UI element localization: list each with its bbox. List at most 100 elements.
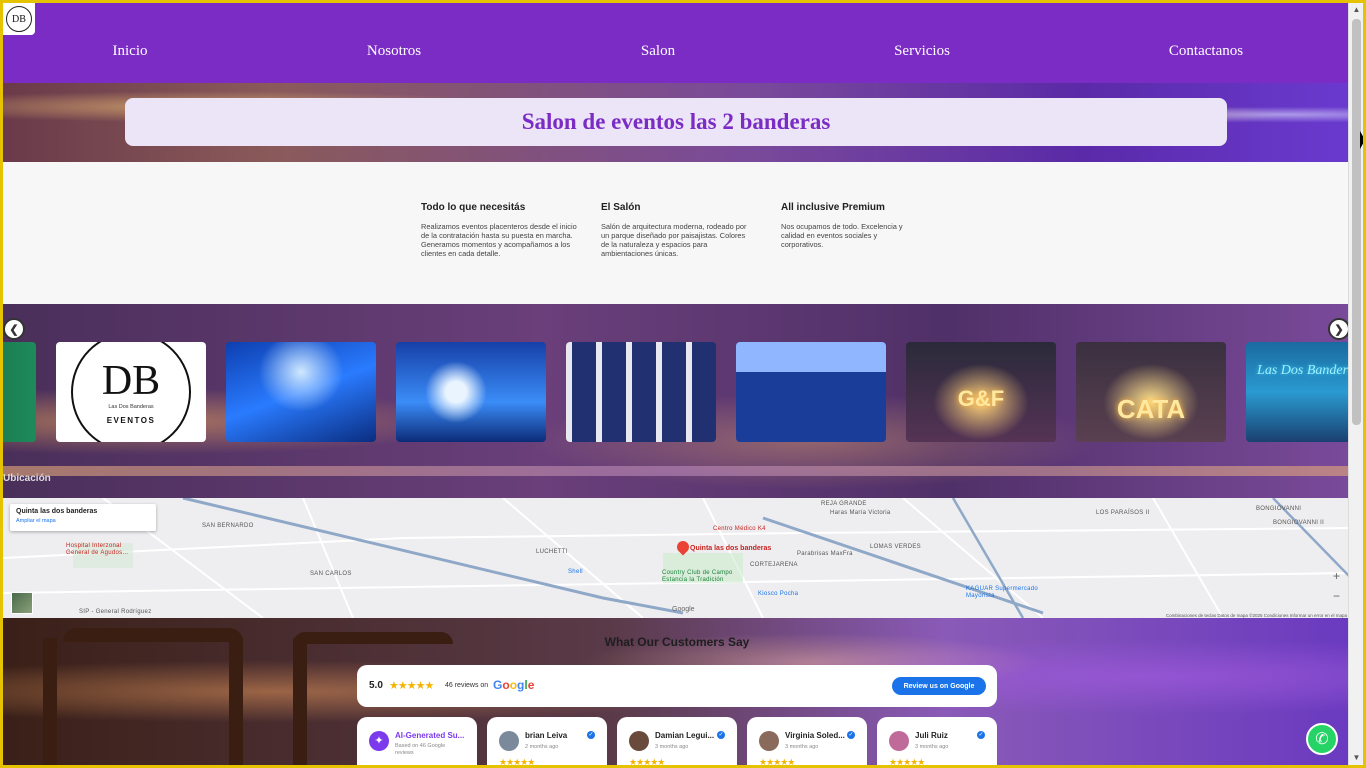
gallery-image[interactable] bbox=[3, 342, 36, 442]
chevron-left-icon: ❮ bbox=[9, 323, 19, 336]
review-card[interactable]: Damian Legui... ✓ 3 months ago ★★★★★ bbox=[617, 717, 737, 765]
map-label: Kiosco Pocha bbox=[758, 591, 799, 597]
map-label: Hospital Interzonal General de Agudos... bbox=[66, 543, 129, 556]
map-label: LUCHETTI bbox=[536, 549, 568, 555]
verified-icon: ✓ bbox=[847, 731, 855, 739]
avatar bbox=[759, 731, 779, 751]
reviews-section: What Our Customers Say 5.0 ★★★★★ 46 revi… bbox=[3, 618, 1351, 765]
page-viewport: DB Inicio Nosotros Salon Servicios Conta… bbox=[3, 3, 1351, 765]
brand-logo: DB Las Dos Banderas EVENTOS bbox=[71, 342, 191, 442]
embedded-map[interactable]: Quinta las dos banderas Ampliar el mapa … bbox=[3, 498, 1351, 618]
reviewer-name: Damian Legui... bbox=[655, 731, 715, 740]
review-stars: ★★★★★ bbox=[889, 757, 925, 765]
sparkle-icon: ✦ bbox=[369, 731, 389, 751]
nav-inicio[interactable]: Inicio bbox=[113, 43, 148, 60]
avatar bbox=[629, 731, 649, 751]
mouse-cursor-icon bbox=[1360, 131, 1363, 149]
feature-salon: El Salón Salón de arquitectura moderna, … bbox=[601, 202, 751, 258]
review-stars: ★★★★★ bbox=[499, 757, 535, 765]
feature-title: All inclusive Premium bbox=[781, 202, 885, 213]
whatsapp-icon: ✆ bbox=[1315, 731, 1329, 748]
map-zoom-controls: + − bbox=[1333, 566, 1340, 606]
hero-title-box: Salon de eventos las 2 banderas bbox=[125, 98, 1227, 146]
map-label: LOS PARAÍSOS II bbox=[1096, 510, 1150, 516]
map-label: LOMAS VERDES bbox=[870, 544, 921, 550]
map-label: Shell bbox=[568, 569, 583, 575]
nav-nosotros[interactable]: Nosotros bbox=[367, 43, 421, 60]
sign-cata: CATA bbox=[1116, 394, 1186, 424]
feature-title: Todo lo que necesitás bbox=[421, 202, 526, 213]
photo-gallery: ❮ ❯ DB Las Dos Banderas EVENTOS G&F CATA… bbox=[3, 304, 1351, 500]
verified-icon: ✓ bbox=[977, 731, 985, 739]
gallery-image[interactable]: Las Dos Banderas Eve bbox=[1246, 342, 1351, 442]
ai-summary-card[interactable]: ✦ AI-Generated Su... Based on 46 Google … bbox=[357, 717, 477, 765]
gallery-image[interactable] bbox=[226, 342, 376, 442]
map-label: SAN BERNARDO bbox=[202, 523, 254, 529]
map-layer-toggle[interactable] bbox=[11, 592, 33, 614]
background-chair bbox=[43, 638, 57, 765]
review-card[interactable]: Virginia Soled... ✓ 3 months ago ★★★★★ bbox=[747, 717, 867, 765]
avatar bbox=[889, 731, 909, 751]
map-place-card: Quinta las dos banderas Ampliar el mapa bbox=[10, 504, 156, 531]
map-label: BONGIOVANNI bbox=[1256, 506, 1302, 512]
chevron-right-icon: ❯ bbox=[1334, 323, 1344, 336]
scroll-down-icon[interactable]: ▼ bbox=[1349, 751, 1363, 765]
logo-mark: DB bbox=[6, 6, 32, 32]
map-label: Country Club de Campo Estancia la Tradic… bbox=[662, 570, 733, 583]
map-roads bbox=[3, 498, 1351, 618]
scroll-thumb[interactable] bbox=[1352, 19, 1361, 425]
map-label: Haras María Victoria bbox=[830, 510, 891, 516]
nav-servicios[interactable]: Servicios bbox=[894, 43, 950, 60]
google-logo: Google bbox=[493, 678, 535, 692]
navbar: DB Inicio Nosotros Salon Servicios Conta… bbox=[3, 3, 1351, 83]
whatsapp-button[interactable]: ✆ bbox=[1306, 723, 1338, 755]
browser-frame: DB Inicio Nosotros Salon Servicios Conta… bbox=[0, 0, 1366, 768]
feature-text: Realizamos eventos placenteros desde el … bbox=[421, 222, 577, 258]
feature-premium: All inclusive Premium Nos ocupamos de to… bbox=[781, 202, 921, 249]
overall-rating: 5.0 bbox=[369, 680, 383, 691]
gallery-image[interactable]: CATA bbox=[1076, 342, 1226, 442]
gallery-prev-button[interactable]: ❮ bbox=[3, 318, 25, 340]
review-us-button[interactable]: Review us on Google bbox=[892, 677, 986, 695]
avatar bbox=[499, 731, 519, 751]
zoom-in-button[interactable]: + bbox=[1333, 566, 1340, 586]
review-card[interactable]: Juli Ruiz ✓ 3 months ago ★★★★★ bbox=[877, 717, 997, 765]
site-logo[interactable]: DB bbox=[3, 3, 35, 35]
gallery-image[interactable] bbox=[396, 342, 546, 442]
zoom-out-button[interactable]: − bbox=[1333, 586, 1340, 606]
map-label: Parabrisas MaxFra bbox=[797, 551, 853, 557]
gallery-image[interactable] bbox=[566, 342, 716, 442]
gallery-image-logo[interactable]: DB Las Dos Banderas EVENTOS bbox=[56, 342, 206, 442]
map-google-logo: Google bbox=[672, 606, 695, 613]
gallery-image[interactable]: G&F bbox=[906, 342, 1056, 442]
review-date: 3 months ago bbox=[655, 744, 689, 750]
map-pin-label: Quinta las dos banderas bbox=[690, 545, 772, 552]
background-chair bbox=[293, 638, 307, 765]
map-label: SAN CARLOS bbox=[310, 571, 352, 577]
gallery-next-button[interactable]: ❯ bbox=[1328, 318, 1350, 340]
map-label: SIP - General Rodríguez bbox=[79, 609, 152, 615]
logo-subtitle: Las Dos Banderas bbox=[108, 403, 154, 410]
feature-title: El Salón bbox=[601, 202, 641, 213]
verified-icon: ✓ bbox=[587, 731, 595, 739]
reviewer-name: brian Leiva bbox=[525, 731, 568, 740]
map-label: REJA GRANDE bbox=[821, 501, 867, 507]
review-card[interactable]: brian Leiva ✓ 2 months ago ★★★★★ bbox=[487, 717, 607, 765]
page-scrollbar[interactable]: ▲ ▼ bbox=[1348, 3, 1363, 765]
enlarge-map-link[interactable]: Ampliar el mapa bbox=[16, 518, 150, 524]
nav-salon[interactable]: Salon bbox=[641, 43, 675, 60]
map-label: CORTEJARENA bbox=[750, 562, 798, 568]
logo-mark: DB bbox=[101, 357, 161, 404]
map-label: BONGIOVANNI II bbox=[1273, 520, 1325, 526]
gallery-image[interactable] bbox=[736, 342, 886, 442]
ai-summary-title: AI-Generated Su... bbox=[395, 731, 465, 740]
scroll-up-icon[interactable]: ▲ bbox=[1349, 3, 1363, 17]
hero-banner: Salon de eventos las 2 banderas bbox=[3, 83, 1351, 162]
features-section: Todo lo que necesitás Realizamos eventos… bbox=[3, 162, 1351, 304]
review-count: 46 reviews on bbox=[445, 682, 489, 689]
review-date: 3 months ago bbox=[915, 744, 949, 750]
rating-stars: ★★★★★ bbox=[389, 680, 434, 692]
location-heading: Ubicación bbox=[3, 473, 51, 484]
nav-contactanos[interactable]: Contactanos bbox=[1169, 43, 1243, 60]
gallery-divider bbox=[3, 466, 1351, 476]
